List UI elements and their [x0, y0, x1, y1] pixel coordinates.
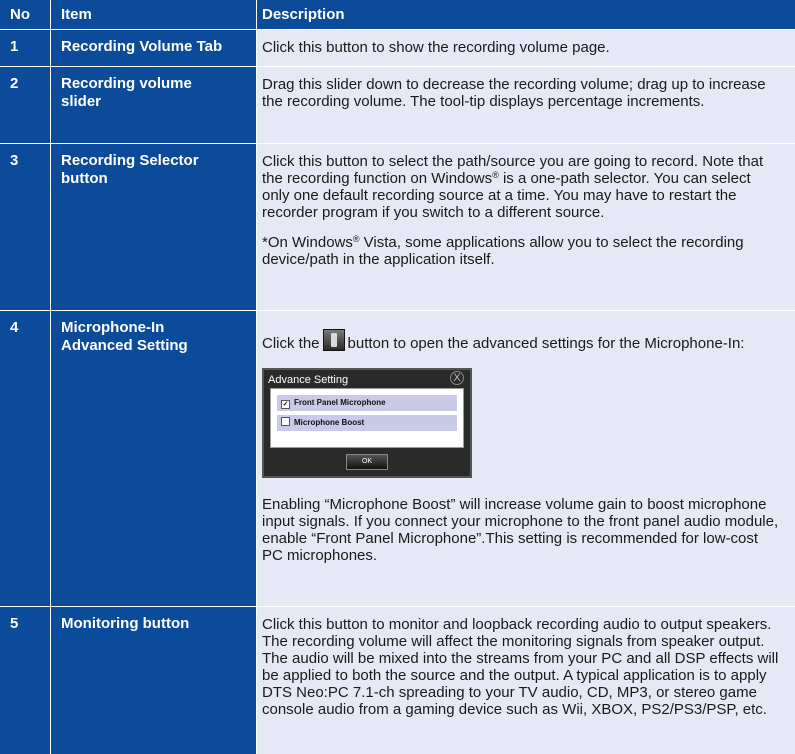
description-text: Click this button to monitor and loopbac…: [262, 616, 779, 718]
checkbox-unchecked: [281, 417, 290, 426]
table-row: 3 Recording Selector button Click this b…: [0, 144, 795, 310]
description-text: Enabling “Microphone Boost” will increas…: [262, 496, 779, 564]
description-note: *On Windows® Vista, some applications al…: [262, 234, 744, 268]
table-row: 4 Microphone-In Advanced Setting Click t…: [0, 311, 795, 606]
row-item: Recording Volume Tab: [51, 30, 256, 66]
ok-button: OK: [346, 454, 388, 470]
description-text: Click this button to select the path/sou…: [262, 153, 764, 221]
row-no: 2: [0, 67, 50, 143]
close-icon: X: [450, 371, 464, 385]
row-description: Click this button to select the path/sou…: [257, 144, 795, 310]
table-row: 5 Monitoring button Click this button to…: [0, 607, 795, 754]
header-description: Description: [257, 0, 795, 29]
advance-setting-dialog: Advance Setting X ✓ Front Panel Microphon…: [262, 368, 472, 478]
row-item: Recording volume slider: [51, 67, 256, 143]
description-text: Click this button to show the recording …: [262, 39, 610, 56]
table-row: 2 Recording volume slider Drag this slid…: [0, 67, 795, 143]
table-row: 1 Recording Volume Tab Click this button…: [0, 30, 795, 66]
description-text: Drag this slider down to decrease the re…: [262, 76, 766, 110]
row-description: Click this button to monitor and loopbac…: [257, 607, 795, 754]
header-no: No: [0, 0, 50, 29]
dialog-title: Advance Setting: [268, 374, 349, 386]
row-item: Microphone-In Advanced Setting: [51, 311, 256, 606]
dialog-options: ✓ Front Panel Microphone Microphone Boost: [270, 388, 464, 448]
row-no: 5: [0, 607, 50, 754]
row-description: Drag this slider down to decrease the re…: [257, 67, 795, 143]
row-item: Recording Selector button: [51, 144, 256, 310]
table-header: No Item Description: [0, 0, 795, 29]
row-description: Click this button to show the recording …: [257, 30, 795, 66]
row-no: 1: [0, 30, 50, 66]
row-no: 4: [0, 311, 50, 606]
description-text: Click the button to open the advanced set…: [262, 329, 781, 352]
header-item: Item: [51, 0, 256, 29]
row-no: 3: [0, 144, 50, 310]
front-panel-microphone-option: ✓ Front Panel Microphone: [277, 395, 457, 411]
checkbox-checked: ✓: [281, 400, 290, 409]
row-item: Monitoring button: [51, 607, 256, 754]
advanced-setting-icon: [322, 329, 345, 351]
microphone-boost-option: Microphone Boost: [277, 415, 457, 431]
row-description: Click the button to open the advanced set…: [257, 311, 795, 606]
